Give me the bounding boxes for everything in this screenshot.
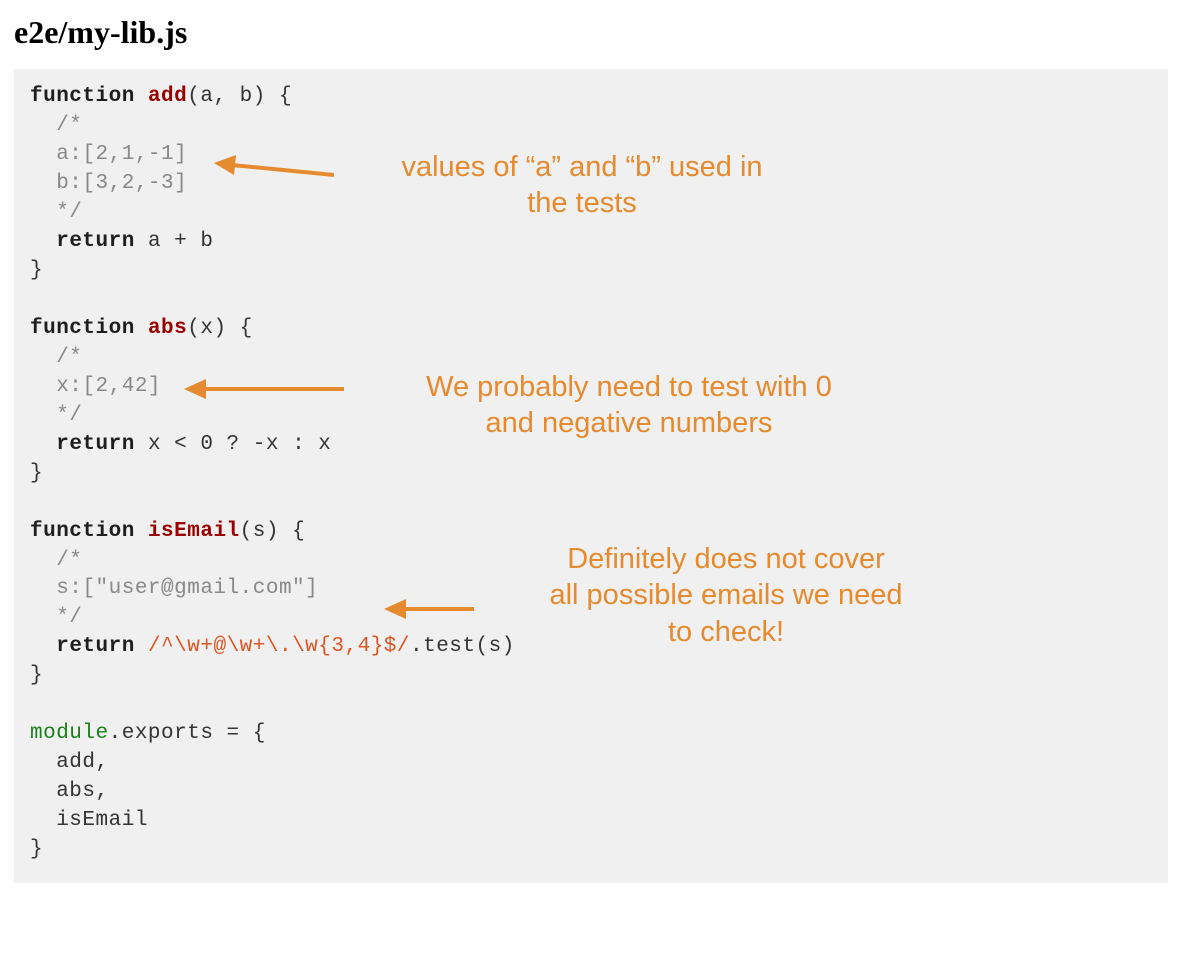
keyword-function: function — [30, 520, 135, 543]
code-block: function add(a, b) { /* a:[2,1,-1] b:[3,… — [14, 69, 1168, 883]
fn-name-add: add — [148, 85, 187, 108]
expr: .test(s) — [410, 635, 515, 658]
comment: */ — [30, 201, 82, 224]
comment: a:[2,1,-1] — [30, 143, 187, 166]
brace: } — [30, 838, 43, 861]
brace: } — [30, 664, 43, 687]
keyword-function: function — [30, 317, 135, 340]
keyword-function: function — [30, 85, 135, 108]
params-abs: (x) { — [187, 317, 253, 340]
comment: b:[3,2,-3] — [30, 172, 187, 195]
module-keyword: module — [30, 722, 109, 745]
code-stage: function add(a, b) { /* a:[2,1,-1] b:[3,… — [14, 69, 1168, 883]
comment: /* — [30, 114, 82, 137]
regex: /^\w+@\w+\.\w{3,4}$/ — [148, 635, 410, 658]
fn-name-abs: abs — [148, 317, 187, 340]
expr: x < 0 ? -x : x — [135, 433, 332, 456]
keyword-return: return — [56, 230, 135, 253]
comment: s:["user@gmail.com"] — [30, 577, 318, 600]
fn-name-isemail: isEmail — [148, 520, 240, 543]
expr: a + b — [135, 230, 214, 253]
comment: x:[2,42] — [30, 375, 161, 398]
comment: /* — [30, 549, 82, 572]
export-line: isEmail — [30, 809, 148, 832]
comment: /* — [30, 346, 82, 369]
params-isemail: (s) { — [240, 520, 306, 543]
comment: */ — [30, 606, 82, 629]
brace: } — [30, 259, 43, 282]
comment: */ — [30, 404, 82, 427]
keyword-return: return — [56, 635, 135, 658]
keyword-return: return — [56, 433, 135, 456]
page-title: e2e/my-lib.js — [14, 14, 1168, 51]
params-add: (a, b) { — [187, 85, 292, 108]
exports-rest: .exports = { — [109, 722, 266, 745]
export-line: abs, — [30, 780, 109, 803]
export-line: add, — [30, 751, 109, 774]
brace: } — [30, 462, 43, 485]
